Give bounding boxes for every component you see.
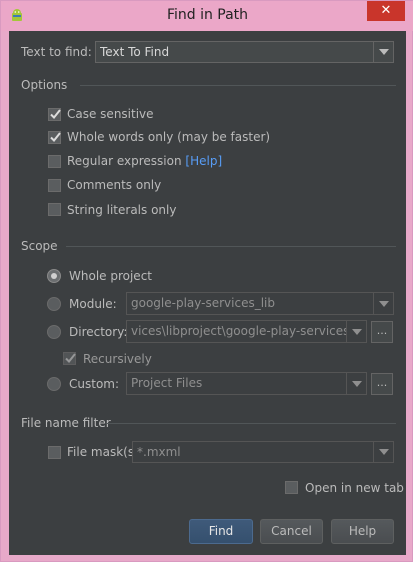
module-value: google-play-services_lib [131,296,276,310]
chevron-down-icon[interactable] [346,373,366,394]
regex-help-link[interactable]: [Help] [185,154,222,168]
options-separator [80,85,396,86]
regex-checkbox[interactable] [48,155,61,168]
module-label[interactable]: Module: [69,297,117,311]
text-to-find-label: Text to find: [21,45,92,59]
chevron-down-icon[interactable] [373,442,393,462]
cancel-button[interactable]: Cancel [260,519,323,544]
case-sensitive-checkbox[interactable] [48,108,61,121]
whole-project-label[interactable]: Whole project [69,269,152,283]
file-filter-separator [106,423,396,424]
open-in-new-tab-checkbox[interactable] [285,481,298,494]
checkmark-icon [50,132,61,142]
case-sensitive-label[interactable]: Case sensitive [67,107,154,121]
directory-value: vices\libproject\google-play-services_li… [131,324,346,338]
whole-project-radio[interactable] [47,269,61,283]
text-to-find-value[interactable]: Text To Find [100,45,169,59]
file-mask-checkbox[interactable] [48,446,61,459]
comments-only-checkbox[interactable] [48,179,61,192]
regex-label-row: Regular expression [Help] [67,154,222,168]
custom-combo[interactable]: Project Files [126,372,367,395]
custom-browse-button[interactable]: ... [371,373,393,395]
whole-words-checkbox[interactable] [48,131,61,144]
directory-label[interactable]: Directory: [69,325,127,339]
dialog-body: Text to find: Text To Find Options Case … [9,31,406,555]
checkmark-icon [50,109,61,119]
regex-label[interactable]: Regular expression [67,154,182,168]
chevron-down-icon[interactable] [346,321,366,342]
recursively-checkbox[interactable] [63,352,76,365]
title-bar[interactable]: Find in Path ✕ [1,1,413,31]
module-combo[interactable]: google-play-services_lib [126,292,394,315]
help-button[interactable]: Help [331,519,394,544]
custom-radio[interactable] [47,377,61,391]
open-in-new-tab-label[interactable]: Open in new tab [305,481,404,495]
module-radio[interactable] [47,297,61,311]
window-title: Find in Path [166,7,249,23]
string-literals-label[interactable]: String literals only [67,203,176,217]
file-mask-value: *.mxml [137,445,181,459]
chevron-down-icon[interactable] [373,42,393,62]
custom-label[interactable]: Custom: [69,377,119,391]
scope-separator [66,246,396,247]
whole-words-label[interactable]: Whole words only (may be faster) [67,130,270,144]
custom-value: Project Files [131,376,203,390]
comments-only-label[interactable]: Comments only [67,178,161,192]
checkmark-icon [65,353,76,363]
scope-header: Scope [21,239,58,253]
file-filter-header: File name filter [21,416,111,430]
options-header: Options [21,78,68,92]
recursively-label[interactable]: Recursively [83,352,152,366]
find-button[interactable]: Find [189,519,253,544]
directory-browse-button[interactable]: ... [371,321,393,343]
file-mask-combo[interactable]: *.mxml [132,441,394,463]
file-mask-label[interactable]: File mask(s) [67,445,139,459]
find-in-path-dialog: Find in Path ✕ Text to find: Text To Fin… [0,0,413,562]
close-button[interactable]: ✕ [367,1,405,21]
text-to-find-combo[interactable]: Text To Find [95,41,394,63]
string-literals-checkbox[interactable] [48,203,61,216]
chevron-down-icon[interactable] [373,293,393,314]
directory-radio[interactable] [47,325,61,339]
directory-combo[interactable]: vices\libproject\google-play-services_li… [126,320,367,343]
